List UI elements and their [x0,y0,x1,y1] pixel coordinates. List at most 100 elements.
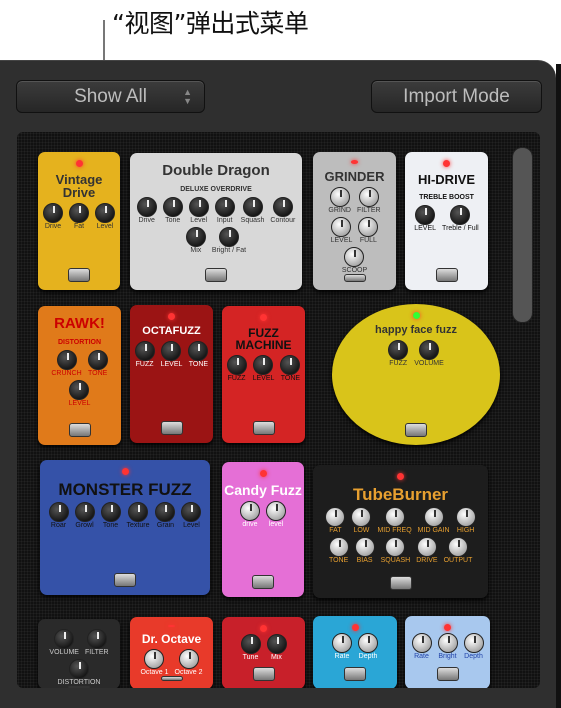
knob[interactable]: Rate [411,633,432,660]
knob[interactable]: Level [95,203,115,230]
pedal-octafuzz[interactable]: OCTAFUZZ FUZZ LEVEL TONE [130,305,213,443]
knob[interactable]: FILTER [85,629,109,656]
footswitch[interactable] [252,575,274,589]
knob[interactable]: Drive [136,197,157,224]
footswitch[interactable] [344,667,366,681]
knob[interactable]: LOW [351,507,372,534]
pedal-untitled[interactable]: Rate Depth [313,616,397,688]
pedal-dr-octave[interactable]: Dr. Octave Octave 1 Octave 2 [130,617,213,688]
knob[interactable]: VOLUME [414,340,444,367]
knob[interactable]: VOLUME [49,629,79,656]
knob[interactable]: MID GAIN [418,507,450,534]
knob[interactable]: TONE [87,350,108,377]
knob-label: LEVEL [68,400,91,407]
knob[interactable]: LEVEL [161,341,182,368]
knob[interactable]: Drive [43,203,63,230]
knob[interactable]: Depth [358,633,378,660]
knob[interactable]: OUTPUT [444,537,472,564]
knob[interactable]: Input [214,197,235,224]
pedal-untitled[interactable]: Tune Mix [222,617,305,688]
knob[interactable]: Tune [240,634,261,661]
knob[interactable]: FUZZ [226,355,247,382]
footswitch[interactable] [205,268,227,282]
footswitch[interactable] [389,576,412,590]
knob-label: Drive [138,217,155,224]
knob[interactable]: Mix [185,227,206,254]
pedal-hi-drive[interactable]: HI-DRIVE TREBLE BOOST LEVEL Treble / Full [405,152,488,290]
footswitch[interactable] [252,421,275,435]
knob[interactable]: FULL [358,216,379,244]
knob[interactable]: FUZZ [388,340,409,367]
pedal-double-dragon[interactable]: Double Dragon DELUXE OVERDRIVE Drive Tone Le… [130,153,302,290]
knob[interactable]: Octave 1 [140,648,169,676]
knob[interactable]: Roar [48,502,69,529]
footswitch[interactable] [343,273,366,282]
knob[interactable]: LEVEL [330,216,353,244]
pedal-tubeburner[interactable]: TubeBurner FAT LOW MID FREQ MID GAIN HIGH TONE… [313,465,488,598]
footswitch[interactable] [160,421,183,435]
knob[interactable]: Depth [463,633,484,660]
knob[interactable]: HIGH [455,507,476,534]
knob[interactable]: Bright / Fat [212,227,246,254]
knob-label: DISTORTION [57,679,101,686]
knob[interactable]: Octave 2 [175,648,203,676]
pedal-name: TubeBurner [352,485,449,504]
footswitch[interactable] [252,667,275,681]
knob[interactable]: DRIVE [416,537,438,564]
knob[interactable]: TONE [328,537,349,564]
knob[interactable]: FILTER [357,186,381,214]
pedal-untitled[interactable]: VOLUME FILTER DISTORTION [38,619,120,688]
scrollbar[interactable] [512,147,533,323]
knob[interactable]: DISTORTION [57,659,101,686]
knob[interactable]: TONE [280,355,301,382]
knob[interactable]: FUZZ [134,341,155,368]
knob[interactable]: MID FREQ [377,507,412,534]
knob[interactable]: Squash [241,197,264,224]
led-indicator [259,470,267,477]
import-mode-button[interactable]: Import Mode [371,80,542,113]
knob[interactable]: drive [240,501,260,528]
knob[interactable]: BIAS [354,537,375,564]
view-popup-menu[interactable]: Show All ▲ ▼ [16,80,205,113]
footswitch[interactable] [114,573,136,587]
footswitch[interactable] [405,423,427,437]
pedal-untitled[interactable]: Rate Bright Depth [405,616,490,688]
knob[interactable]: Bright [437,633,458,660]
knob[interactable]: FAT [325,507,346,534]
pedal-happy-face-fuzz[interactable]: happy face fuzz FUZZ VOLUME [332,304,500,445]
footswitch[interactable] [68,423,91,437]
knob[interactable]: Tone [162,197,183,224]
footswitch[interactable] [435,268,458,282]
knob[interactable]: Mix [266,634,287,661]
knob[interactable]: Growl [74,502,95,529]
knob[interactable]: Texture [127,502,149,529]
knob[interactable]: LEVEL [68,380,91,407]
pedal-monster-fuzz[interactable]: MONSTER FUZZ Roar Growl Tone Texture Grain Lev… [40,460,210,595]
knob[interactable]: SQUASH [381,537,410,564]
pedal-grinder[interactable]: GRINDER GRIND FILTER LEVEL FULL SCOOP [313,152,396,290]
knob[interactable]: Fat [69,203,89,230]
knob[interactable]: Tone [100,502,121,529]
knob[interactable]: Level [188,197,209,224]
pedal-rawk[interactable]: RAWK! DISTORTION CRUNCH TONE LEVEL [38,306,121,445]
knob[interactable]: Treble / Full [442,205,479,232]
knob[interactable]: Contour [270,197,295,224]
pedal-candy-fuzz[interactable]: Candy Fuzz drive level [222,462,304,597]
knob[interactable]: GRIND [328,186,351,214]
knob[interactable]: level [266,501,286,528]
footswitch[interactable] [160,675,183,681]
knob[interactable]: SCOOP [342,246,367,274]
footswitch[interactable] [436,667,459,681]
knob[interactable]: Level [181,502,202,529]
knob[interactable]: Grain [155,502,176,529]
knob-icon [43,203,63,223]
knob[interactable]: LEVEL [414,205,436,232]
knob[interactable]: TONE [188,341,209,368]
knob[interactable]: Rate [332,633,352,660]
footswitch[interactable] [68,268,90,282]
knob-label: LEVEL [330,236,353,244]
pedal-vintage-drive[interactable]: Vintage Drive Drive Fat Level [38,152,120,290]
knob[interactable]: LEVEL [253,355,274,382]
pedal-fuzz-machine[interactable]: FUZZ MACHINE FUZZ LEVEL TONE [222,306,305,443]
knob[interactable]: CRUNCH [51,350,82,377]
